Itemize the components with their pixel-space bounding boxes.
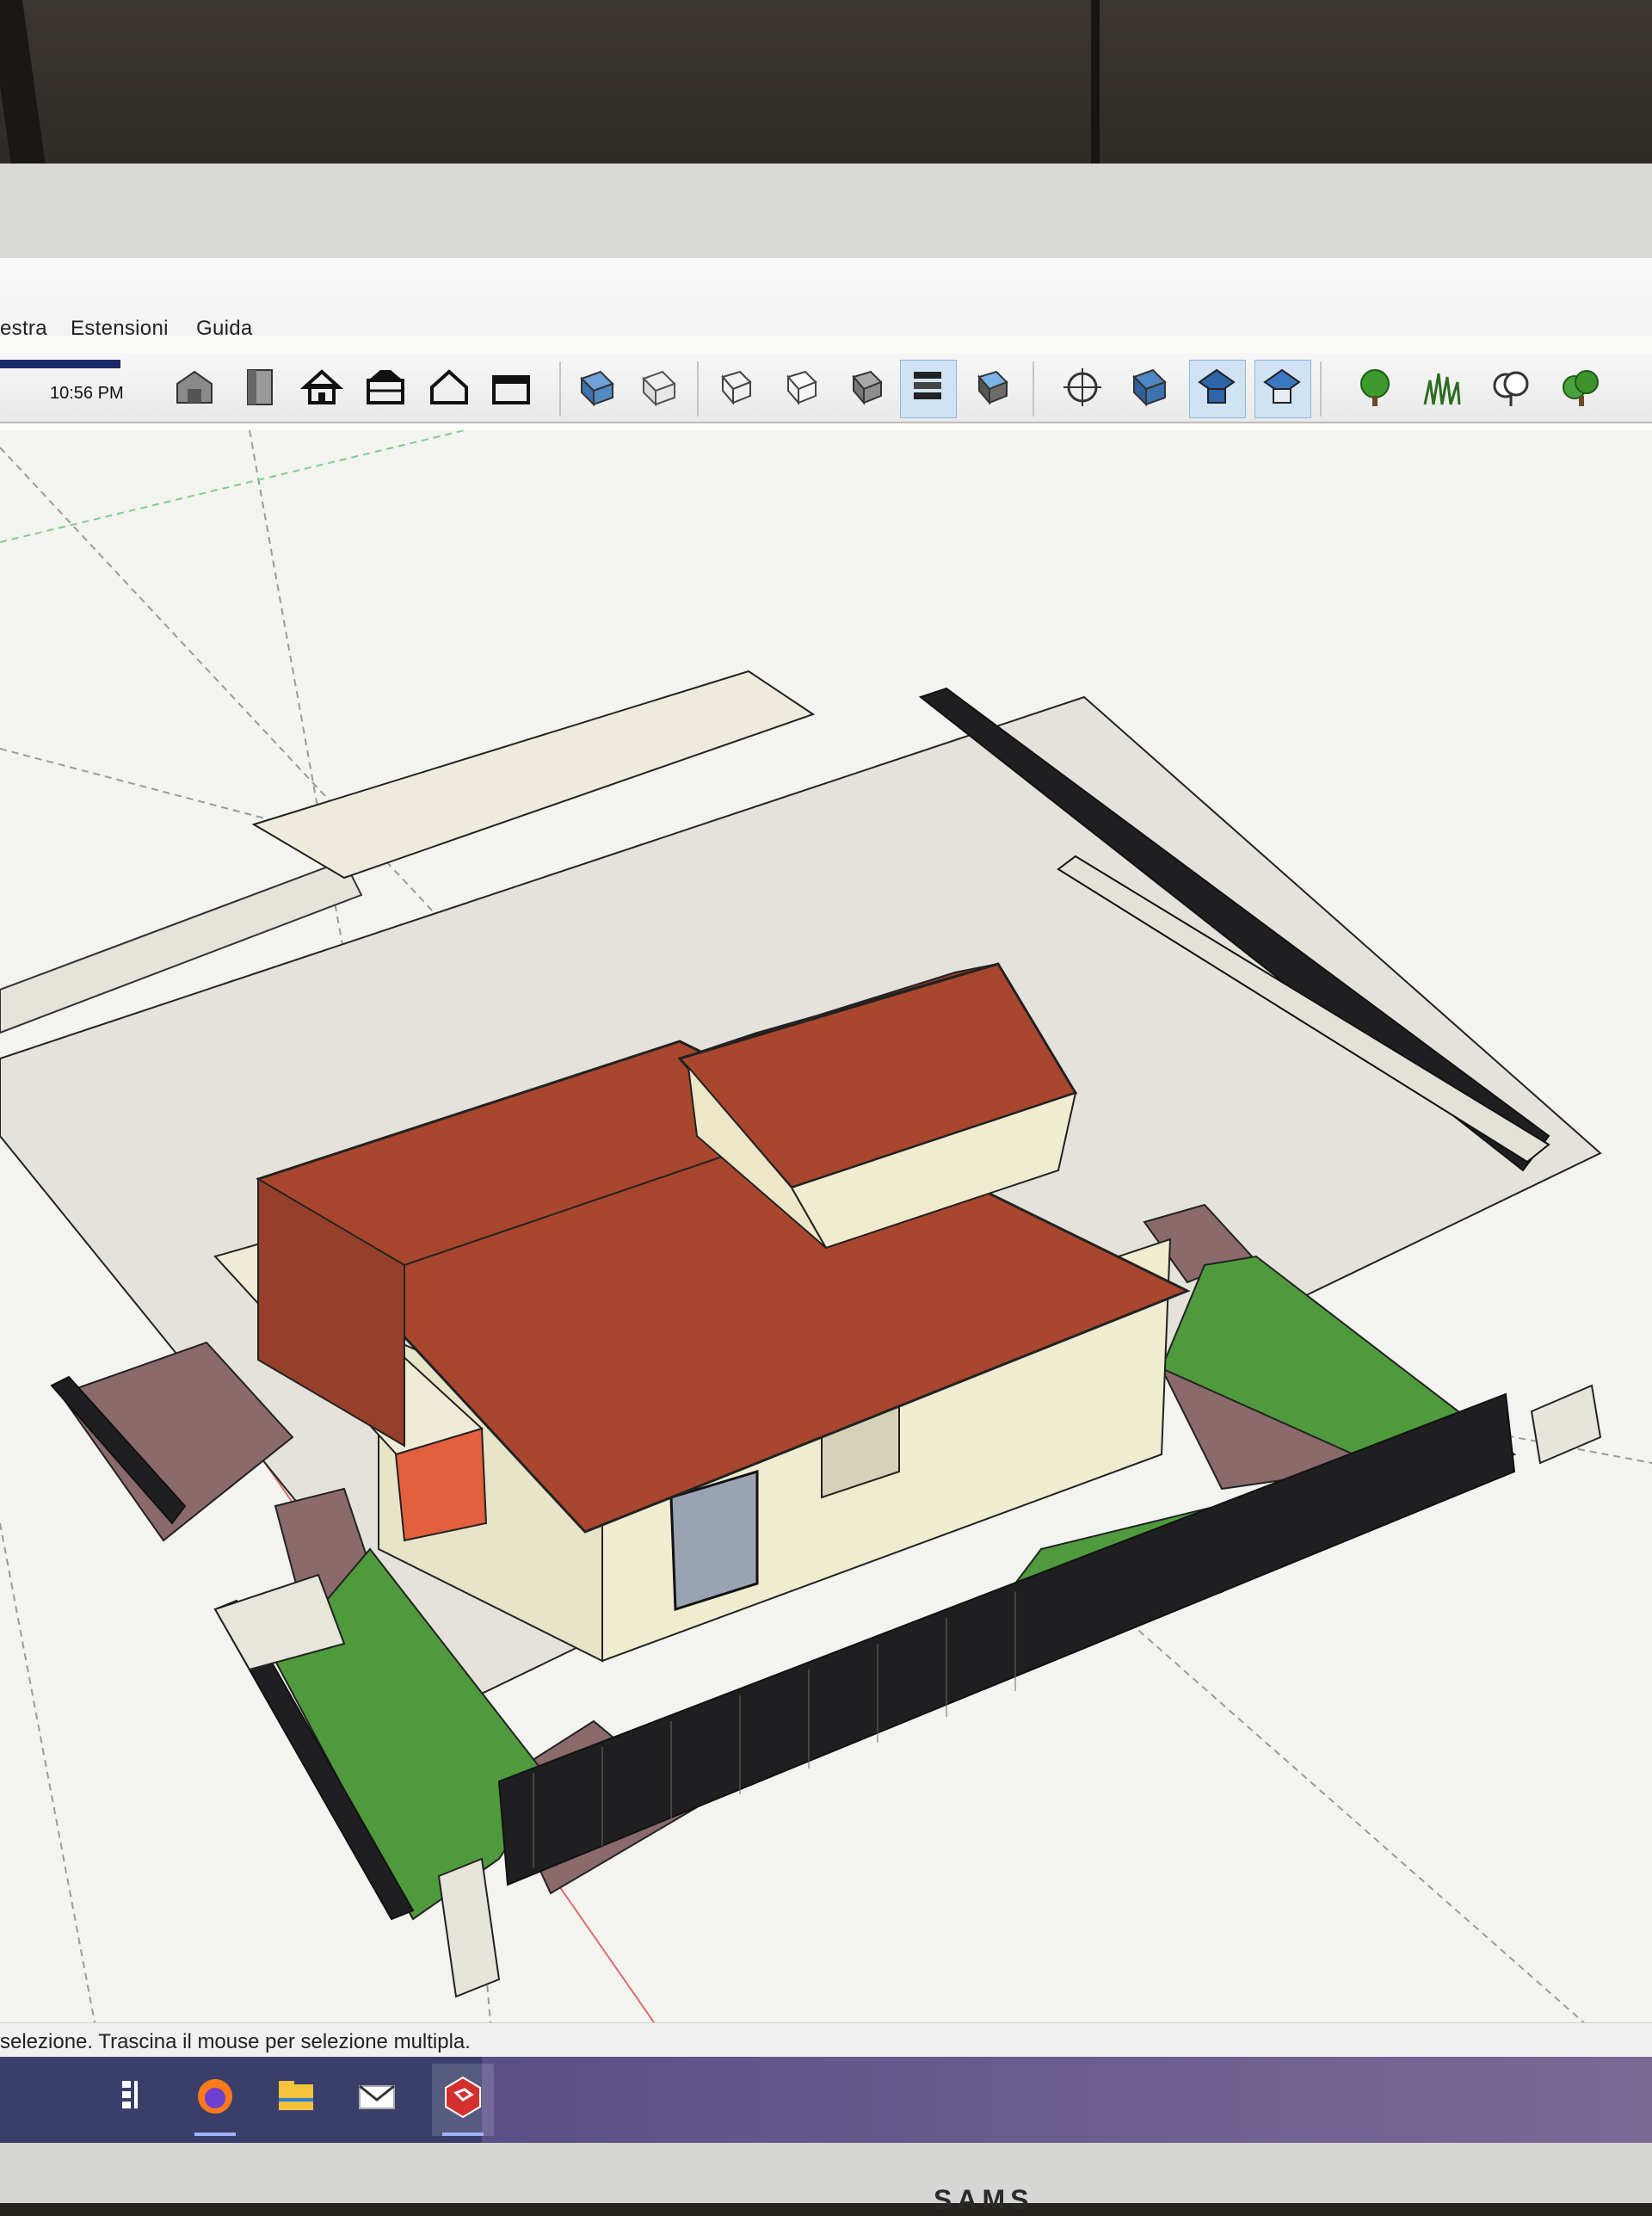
taskbar-right <box>482 2057 1652 2143</box>
back-view-icon[interactable] <box>845 365 890 410</box>
top-view-icon[interactable] <box>637 365 681 410</box>
front-view-icon[interactable] <box>714 365 759 410</box>
menu-help[interactable]: Guida <box>196 317 253 341</box>
look-around-icon[interactable] <box>1260 365 1304 410</box>
mail-icon[interactable] <box>353 2072 401 2120</box>
menu-extensions[interactable]: Estensioni <box>71 317 169 341</box>
toolbar-separator <box>1320 361 1322 417</box>
house-outline-icon[interactable] <box>427 365 472 410</box>
toolbar-separator <box>697 361 699 417</box>
house-model <box>0 429 1652 2083</box>
orbit-icon[interactable] <box>1060 365 1105 410</box>
house-icon[interactable] <box>299 365 344 410</box>
bottom-view-icon[interactable] <box>971 365 1015 410</box>
monitor-bottom-bezel <box>0 2143 1652 2203</box>
tree-icon[interactable] <box>1353 365 1397 410</box>
sketchup-running-indicator <box>442 2133 484 2136</box>
firefox-icon[interactable] <box>191 2072 239 2120</box>
status-hint: selezione. Trascina il mouse per selezio… <box>0 2030 471 2053</box>
box-house-icon[interactable] <box>489 365 533 410</box>
status-bar: selezione. Trascina il mouse per selezio… <box>0 2022 1652 2058</box>
file-explorer-icon[interactable] <box>272 2072 320 2120</box>
progress-bar <box>0 360 120 368</box>
right-view-icon[interactable] <box>780 365 824 410</box>
firefox-running-indicator <box>194 2133 236 2136</box>
monitor-brand-logo: SAMS <box>934 2184 1034 2215</box>
section-icon[interactable] <box>1127 365 1172 410</box>
shrub-icon[interactable] <box>1489 365 1533 410</box>
grass-icon[interactable] <box>1420 365 1464 410</box>
background-wall <box>0 0 1652 181</box>
door-icon[interactable] <box>237 365 282 410</box>
menu-bar: estra Estensioni Guida <box>0 258 1652 340</box>
walk-icon[interactable] <box>1194 365 1239 410</box>
task-view-icon[interactable] <box>110 2072 158 2120</box>
bush-icon[interactable] <box>1559 365 1604 410</box>
menu-window[interactable]: estra <box>0 317 47 341</box>
warehouse-icon[interactable] <box>172 365 217 410</box>
model-viewport[interactable] <box>0 429 1652 2083</box>
toolbar-separator <box>559 361 561 417</box>
wall-seam <box>1091 0 1100 176</box>
left-view-icon[interactable] <box>905 365 950 410</box>
iso-view-icon[interactable] <box>575 365 620 410</box>
screen: estra Estensioni Guida 10:56 PM selezion… <box>0 258 1652 2143</box>
sketchup-icon[interactable] <box>439 2072 487 2120</box>
toolbar-separator <box>1032 361 1034 417</box>
garage-icon[interactable] <box>363 365 408 410</box>
clock-readout: 10:56 PM <box>50 384 124 403</box>
